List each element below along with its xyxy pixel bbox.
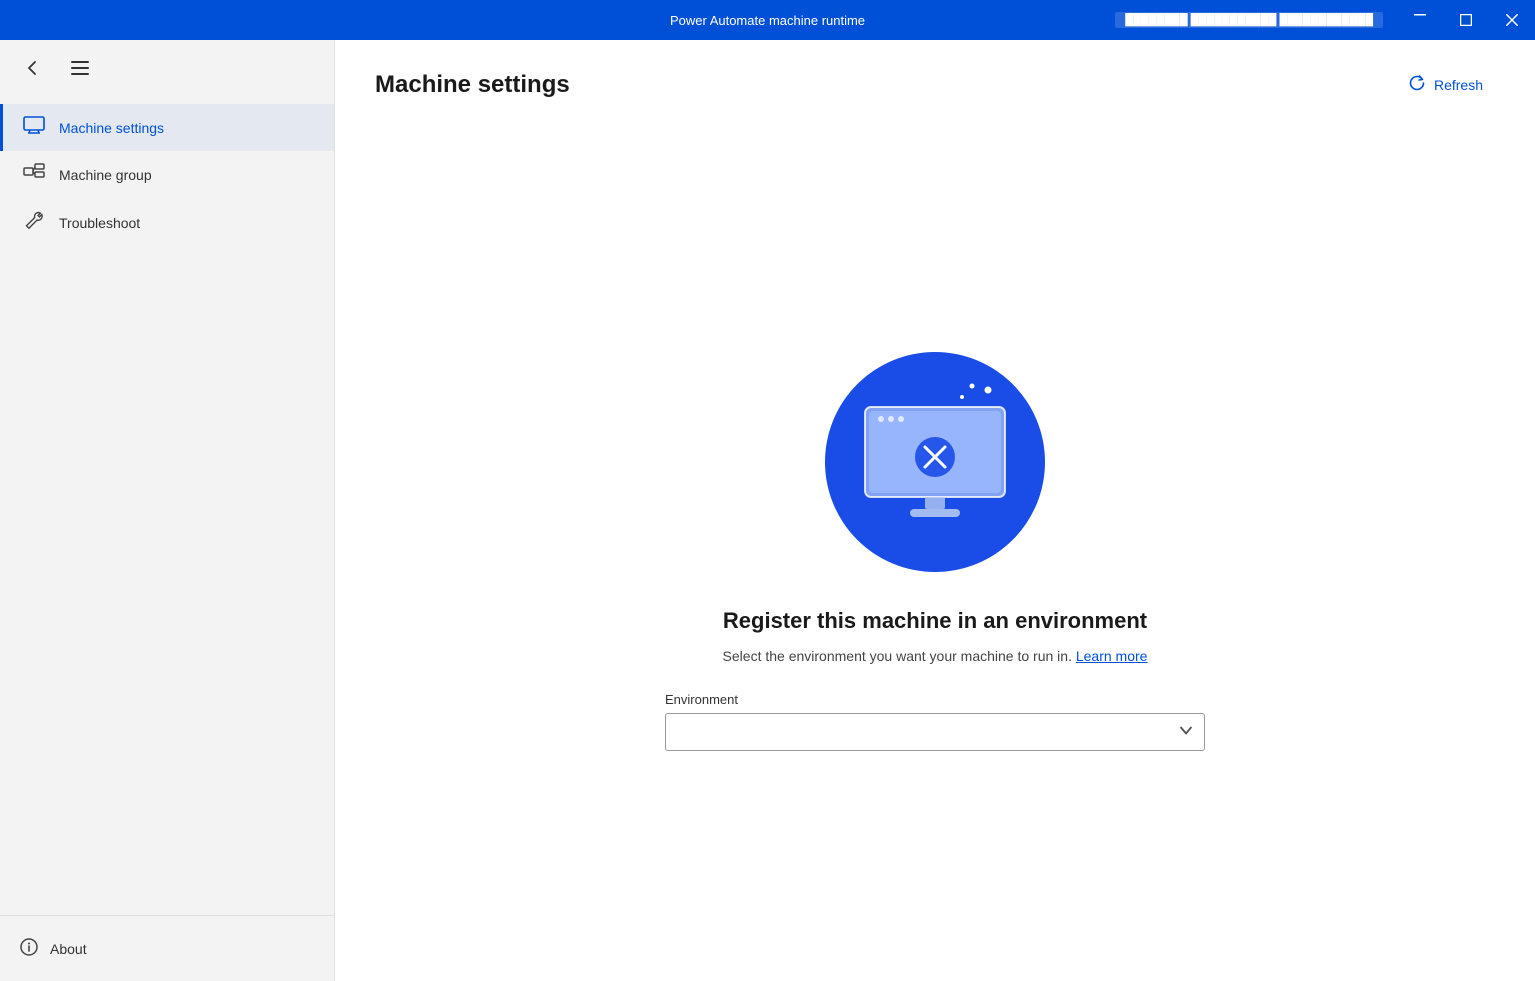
- hamburger-menu-button[interactable]: [64, 52, 96, 84]
- center-section: Register this machine in an environment …: [335, 121, 1535, 981]
- app-container: Machine settings Machine group: [0, 40, 1535, 981]
- minimize-button[interactable]: [1397, 14, 1443, 16]
- environment-section: Environment: [665, 692, 1205, 751]
- environment-label: Environment: [665, 692, 1205, 707]
- register-desc: Select the environment you want your mac…: [723, 648, 1148, 664]
- window-controls: [1397, 14, 1535, 26]
- monitor-icon: [23, 116, 45, 139]
- hamburger-line-2: [71, 67, 89, 69]
- sidebar-item-machine-group[interactable]: Machine group: [0, 151, 334, 198]
- illustration-circle: [825, 352, 1045, 572]
- back-button[interactable]: [16, 52, 48, 84]
- hamburger-line-1: [71, 61, 89, 63]
- wrench-icon: [23, 210, 45, 235]
- learn-more-link[interactable]: Learn more: [1076, 648, 1148, 664]
- hamburger-line-3: [71, 73, 89, 75]
- refresh-label: Refresh: [1434, 77, 1483, 93]
- environment-select-wrapper: [665, 713, 1205, 751]
- main-header: Machine settings Refresh: [335, 40, 1535, 121]
- sidebar: Machine settings Machine group: [0, 40, 335, 981]
- maximize-button[interactable]: [1443, 14, 1489, 26]
- register-title: Register this machine in an environment: [723, 608, 1147, 634]
- user-label: ████████ ███████████ ████████████: [1115, 12, 1383, 28]
- app-title: Power Automate machine runtime: [670, 13, 865, 28]
- close-button[interactable]: [1489, 14, 1535, 26]
- environment-select[interactable]: [665, 713, 1205, 751]
- machine-group-icon: [23, 163, 45, 186]
- register-desc-text: Select the environment you want your mac…: [723, 648, 1072, 664]
- sidebar-nav: Machine settings Machine group: [0, 96, 334, 915]
- sidebar-top: [0, 40, 334, 96]
- refresh-icon: [1408, 74, 1426, 95]
- about-label: About: [50, 941, 87, 957]
- refresh-button[interactable]: Refresh: [1396, 68, 1495, 101]
- titlebar: Power Automate machine runtime ████████ …: [0, 0, 1535, 40]
- sidebar-item-label-machine-settings: Machine settings: [59, 120, 164, 136]
- sidebar-footer: About: [0, 915, 334, 981]
- sidebar-item-label-troubleshoot: Troubleshoot: [59, 215, 140, 231]
- sidebar-item-machine-settings[interactable]: Machine settings: [0, 104, 334, 151]
- main-content: Machine settings Refresh: [335, 40, 1535, 981]
- sparkles-decoration: [950, 382, 1000, 422]
- about-button[interactable]: About: [20, 932, 314, 965]
- sidebar-item-label-machine-group: Machine group: [59, 167, 152, 183]
- page-title: Machine settings: [375, 71, 570, 99]
- sidebar-item-troubleshoot[interactable]: Troubleshoot: [0, 198, 334, 247]
- info-icon: [20, 938, 38, 959]
